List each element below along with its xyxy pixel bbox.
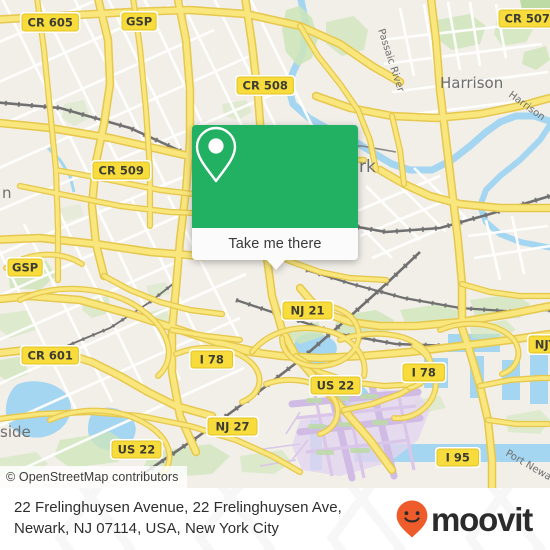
- road-shield-label: NJTP: [535, 338, 550, 352]
- road-shield: NJ 21: [281, 300, 334, 321]
- road-shield: GSP: [120, 11, 159, 32]
- take-me-there-label: Take me there: [228, 236, 322, 252]
- moovit-wordmark: moovit: [431, 500, 533, 538]
- moovit-logo[interactable]: moovit: [395, 499, 536, 539]
- map-canvas[interactable]: Passaic River Harrison Port Newark Harri…: [0, 0, 550, 488]
- road-shield: US 22: [309, 375, 362, 396]
- road-shield-label: GSP: [12, 261, 38, 275]
- road-shield-label: US 22: [118, 443, 156, 457]
- destination-popup-card[interactable]: Take me there: [192, 125, 358, 270]
- road-shield-label: CR 508: [243, 79, 288, 93]
- place-label-harrison: Harrison: [440, 74, 503, 92]
- road-shield-label: I 78: [412, 366, 436, 380]
- road-shield: US 22: [110, 439, 163, 460]
- footer-bar: 22 Frelinghuysen Avenue, 22 Frelinghuyse…: [0, 488, 550, 550]
- popup-pointer: [266, 259, 286, 270]
- road-shield-label: US 22: [317, 379, 355, 393]
- road-shield: CR 605: [20, 12, 81, 33]
- popup-header: [192, 125, 358, 228]
- road-shield: GSP: [6, 257, 45, 278]
- place-label-clipped-west: n: [2, 184, 12, 202]
- osm-attribution[interactable]: © OpenStreetMap contributors: [0, 466, 187, 488]
- moovit-map-share-card: Passaic River Harrison Port Newark Harri…: [0, 0, 550, 550]
- road-shield-label: CR 509: [99, 164, 144, 178]
- map-pin-icon: [195, 126, 237, 183]
- road-shield: CR 507: [497, 8, 550, 29]
- road-shield-label: I 78: [200, 353, 224, 367]
- road-shield-label: I 95: [446, 451, 470, 465]
- address-text: 22 Frelinghuysen Avenue, 22 Frelinghuyse…: [14, 499, 342, 537]
- moovit-smiling-pin-icon: [396, 500, 428, 538]
- road-shield: NJ 27: [206, 416, 259, 437]
- popup-action-bar[interactable]: Take me there: [192, 228, 358, 260]
- road-shield-label: CR 601: [28, 349, 73, 363]
- road-shield: CR 601: [20, 345, 81, 366]
- road-shield-label: GSP: [126, 15, 152, 29]
- place-label-clipped-southwest: side: [0, 423, 31, 441]
- road-shield-label: CR 507: [505, 12, 550, 26]
- road-shield-label: NJ 27: [216, 420, 250, 434]
- road-shield-label: CR 605: [28, 16, 73, 30]
- road-shield: NJTP: [527, 334, 550, 355]
- road-shield: I 95: [435, 447, 481, 468]
- road-shield: I 78: [401, 362, 447, 383]
- road-shield: CR 508: [235, 75, 296, 96]
- osm-attribution-text: © OpenStreetMap contributors: [6, 470, 179, 484]
- road-shield: I 78: [189, 349, 235, 370]
- road-shield: CR 509: [91, 160, 152, 181]
- road-shield-label: NJ 21: [291, 304, 325, 318]
- place-label-newark-clipped: rk: [359, 157, 376, 177]
